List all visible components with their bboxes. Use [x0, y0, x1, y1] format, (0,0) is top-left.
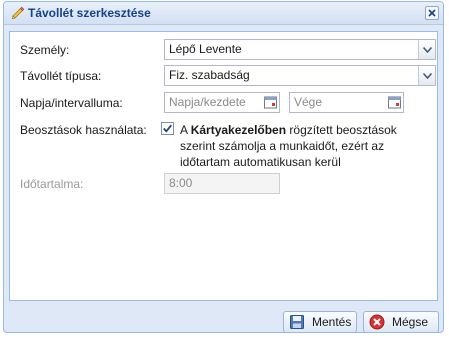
duration-value: 8:00	[169, 176, 193, 190]
chevron-down-icon	[423, 47, 432, 53]
save-button[interactable]: Mentés	[283, 311, 357, 332]
start-date-placeholder: Napja/kezdete	[169, 95, 246, 109]
dialog-title: Távollét szerkesztése	[28, 6, 151, 20]
cancel-icon	[369, 314, 385, 330]
person-dropdown-trigger[interactable]	[418, 40, 435, 59]
person-value: Lépő Levente	[169, 42, 242, 56]
close-button[interactable]	[425, 6, 439, 20]
person-label: Személy:	[20, 43, 70, 57]
absence-edit-dialog: Távollét szerkesztése Személy: Lépő Leve…	[3, 1, 444, 333]
calendar-icon[interactable]	[263, 95, 278, 110]
chevron-down-icon	[423, 73, 432, 79]
absence-type-label: Távollét típusa:	[20, 69, 102, 83]
close-icon	[428, 9, 436, 17]
absence-type-dropdown-trigger[interactable]	[418, 66, 435, 85]
pencil-icon	[10, 5, 26, 21]
end-date-field[interactable]: Vége	[289, 92, 404, 113]
save-button-label: Mentés	[312, 315, 352, 329]
calendar-icon[interactable]	[387, 95, 402, 110]
form-panel: Személy: Lépő Levente Távollét típusa: F…	[9, 31, 438, 301]
floppy-disk-icon	[289, 314, 305, 330]
schedule-text-bold: Kártyakezelőben	[190, 123, 287, 137]
schedule-usage-checkbox[interactable]	[161, 122, 174, 135]
cancel-button[interactable]: Mégse	[363, 311, 439, 332]
cancel-button-label: Mégse	[392, 315, 429, 329]
duration-field: 8:00	[164, 173, 280, 194]
person-combobox[interactable]: Lépő Levente	[164, 39, 436, 60]
start-date-field[interactable]: Napja/kezdete	[164, 92, 280, 113]
absence-type-value: Fiz. szabadság	[169, 68, 250, 82]
schedule-text-prefix: A	[180, 123, 191, 137]
duration-label: Időtartalma:	[20, 177, 84, 191]
checkmark-icon	[163, 124, 172, 133]
date-label: Napja/intervalluma:	[20, 96, 123, 110]
schedule-usage-label: Beosztások használata:	[20, 123, 147, 137]
end-date-placeholder: Vége	[294, 95, 323, 109]
absence-type-combobox[interactable]: Fiz. szabadság	[164, 65, 436, 86]
dialog-titlebar[interactable]: Távollét szerkesztése	[4, 2, 443, 25]
